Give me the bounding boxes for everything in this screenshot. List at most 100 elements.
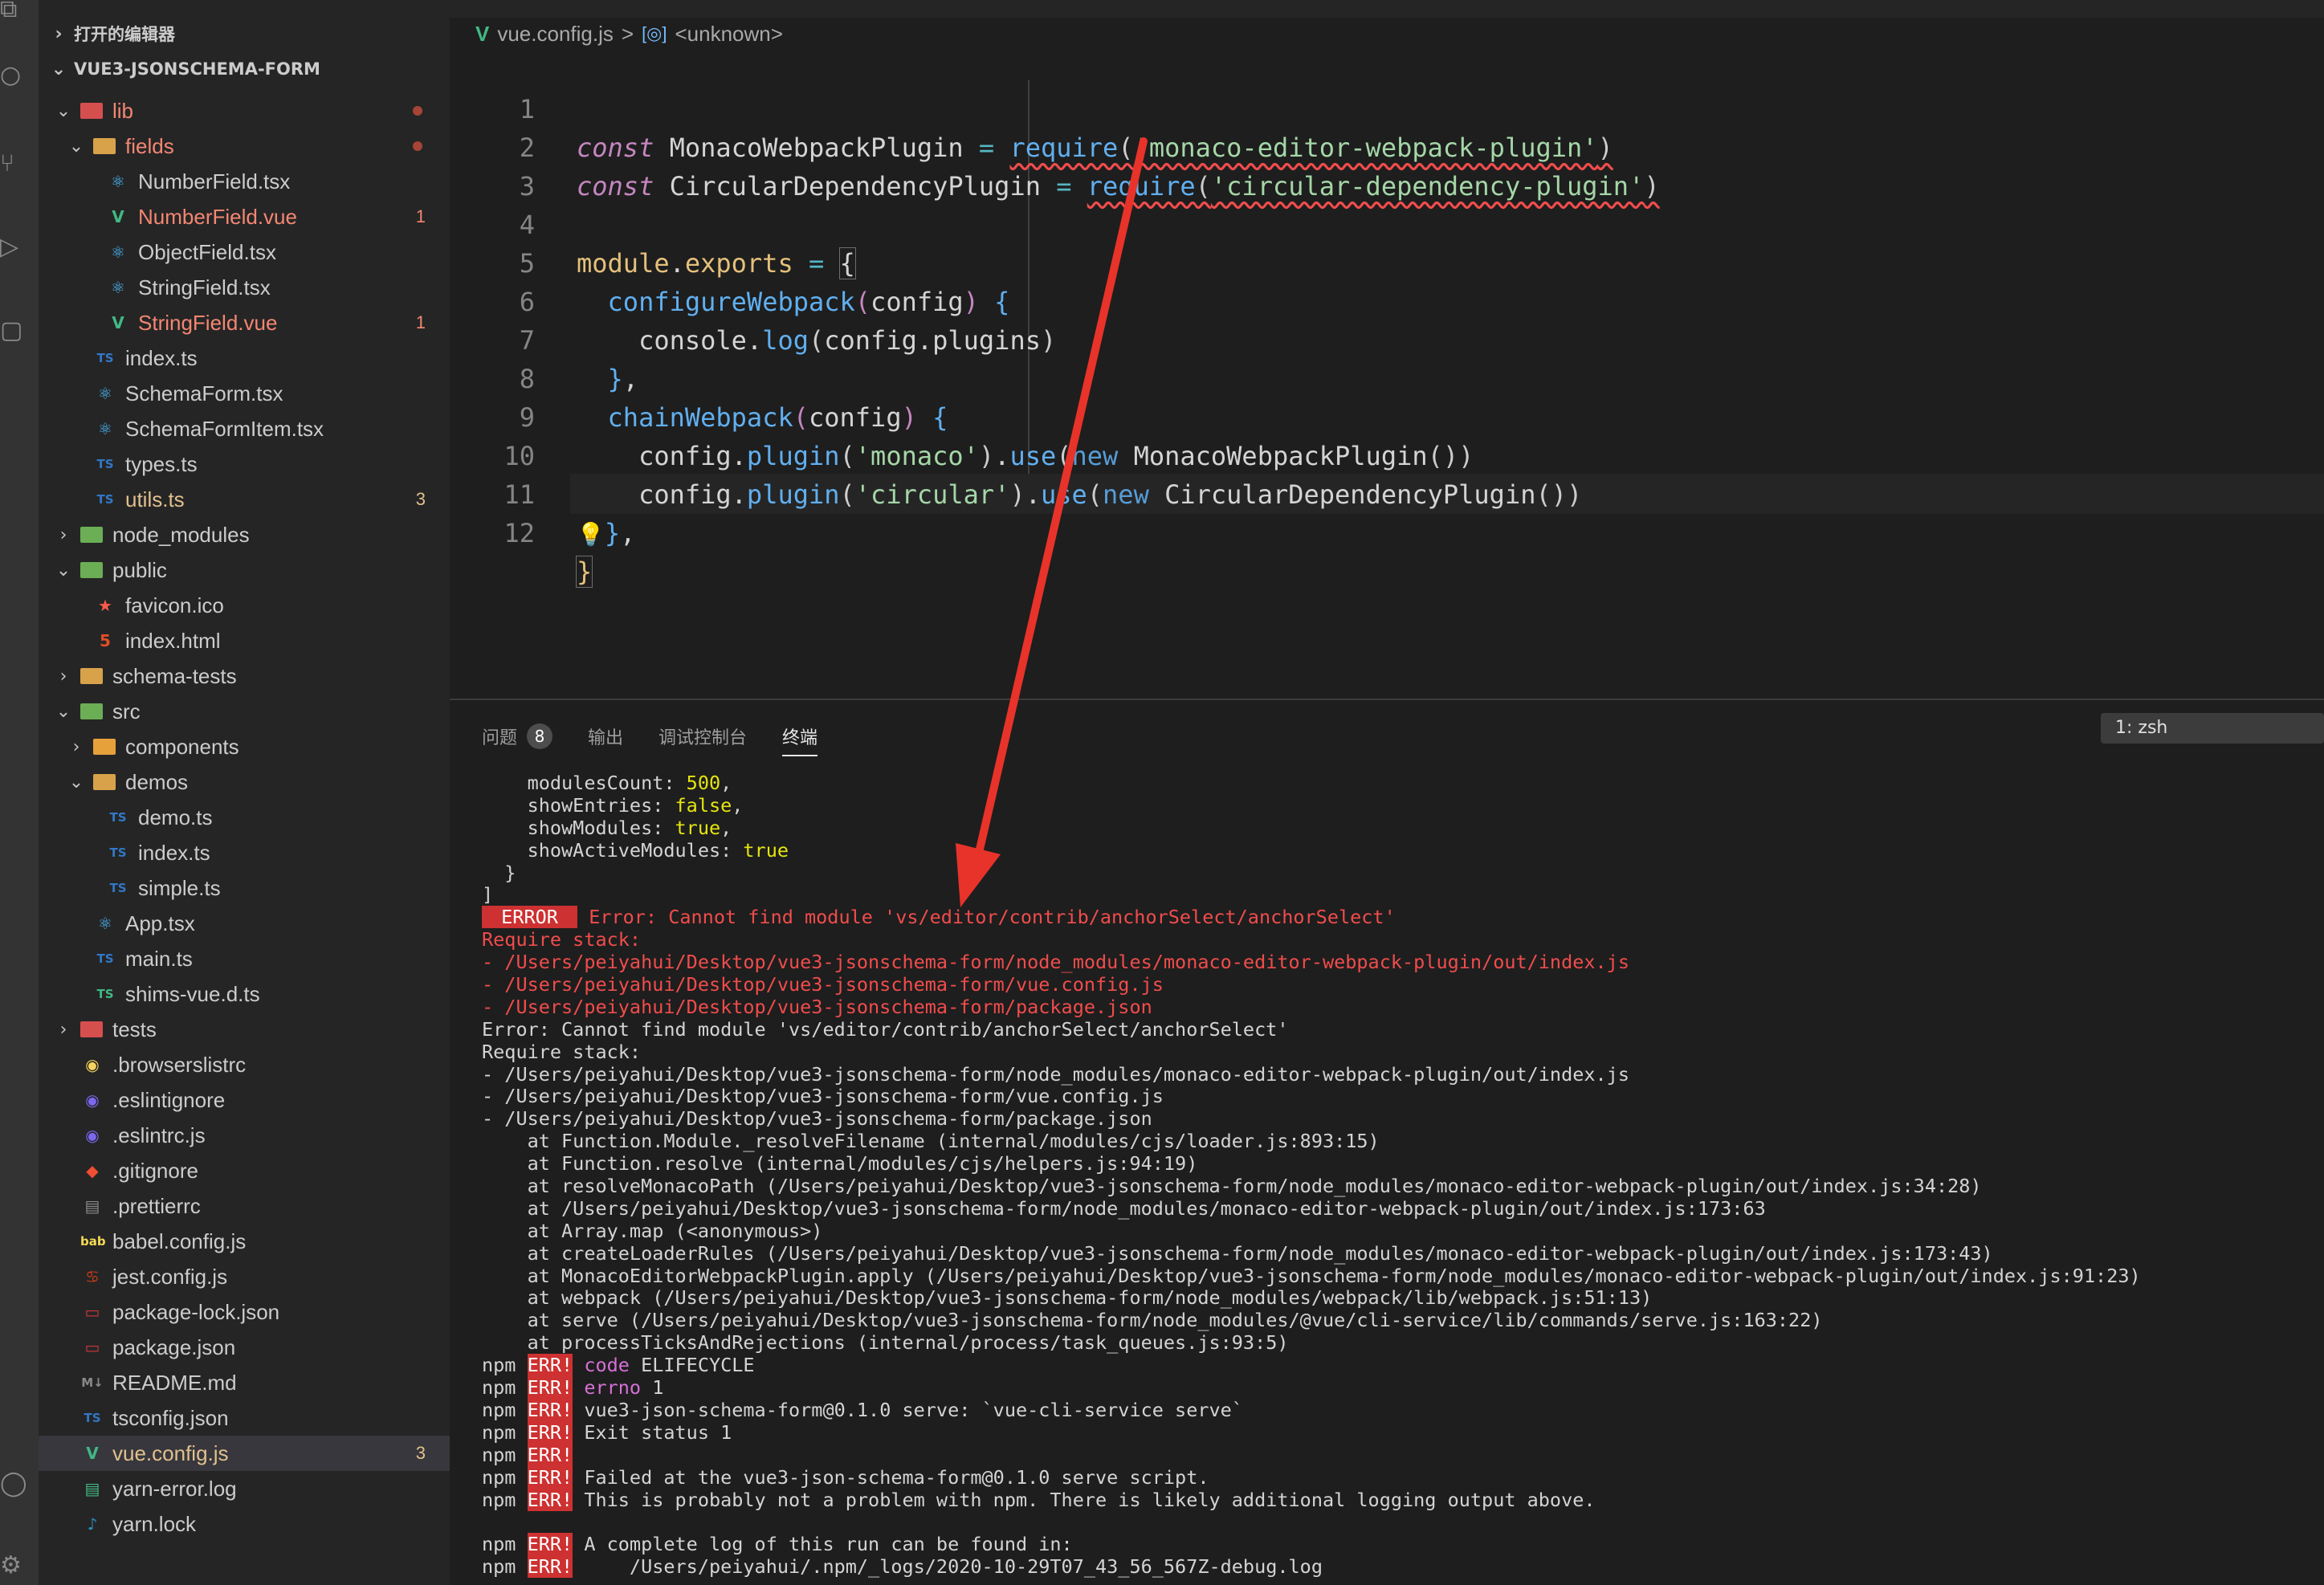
settings-gear-icon[interactable]: ⚙ [0, 1550, 22, 1582]
tree-item[interactable]: ◆ .gitignore [39, 1153, 450, 1188]
tree-item[interactable]: TS demo.ts [39, 800, 450, 835]
search-icon[interactable]: ○ [0, 59, 21, 92]
tree-item[interactable]: ⚛ ObjectField.tsx [39, 234, 450, 270]
chevron-right-icon: › [72, 736, 80, 757]
tree-item[interactable]: ⚛ SchemaFormItem.tsx [39, 411, 450, 446]
account-icon[interactable]: ◯ [0, 1468, 27, 1500]
code-line-8[interactable]: 8 chainWebpack(config) { [450, 321, 2324, 433]
tree-item[interactable]: ⌄ demos [39, 764, 450, 800]
tree-item[interactable]: TS shims-vue.d.ts [39, 976, 450, 1012]
tree-item[interactable]: TS index.ts [39, 340, 450, 376]
tree-item[interactable]: ◉ .eslintrc.js [39, 1118, 450, 1153]
tree-item[interactable]: ⚛ NumberField.tsx [39, 164, 450, 199]
tree-item[interactable]: TS index.ts [39, 835, 450, 870]
folder-icon [80, 527, 103, 543]
terminal-line: } [482, 861, 516, 884]
tree-item[interactable]: TS tsconfig.json [39, 1400, 450, 1436]
code-line-7[interactable]: 7 }, [450, 283, 2324, 394]
tree-item[interactable]: ⌄ public [39, 552, 450, 588]
tree-item-label: public [112, 557, 167, 582]
terminal-line: Require stack: [482, 928, 642, 951]
explorer-icon[interactable]: ⧉ [0, 0, 21, 26]
tree-item[interactable]: 5 index.html [39, 623, 450, 658]
tree-item[interactable]: V StringField.vue 1 [39, 305, 450, 340]
tree-item-label: babel.config.js [112, 1228, 247, 1253]
tree-item-label: StringField.vue [138, 310, 278, 335]
tree-item-label: lib [112, 98, 134, 123]
tree-item-label: main.ts [125, 946, 193, 971]
ring-yellow-file-icon: ◉ [85, 1055, 100, 1074]
source-control-icon[interactable]: ⑂ [0, 148, 21, 180]
project-title: VUE3-JSONSCHEMA-FORM [74, 59, 320, 79]
code-line-4[interactable]: 4 module.exports = { [450, 167, 2324, 279]
tree-item[interactable]: ▤ .prettierrc [39, 1188, 450, 1224]
tree-item[interactable]: ⌄ fields [39, 128, 450, 164]
tree-item-label: package-lock.json [112, 1299, 280, 1324]
tree-item[interactable]: ◉ .eslintignore [39, 1082, 450, 1118]
code-line-12[interactable]: 12 } [450, 475, 2324, 588]
folder-icon [80, 668, 103, 684]
tree-item[interactable]: › node_modules [39, 517, 450, 552]
breadcrumb-symbol[interactable]: <unknown> [675, 22, 782, 47]
terminal-output[interactable]: modulesCount: 500, showEntries: false, s… [482, 772, 2313, 1579]
md-file-icon: M↓ [81, 1375, 104, 1390]
tree-item[interactable]: ♪ yarn.lock [39, 1506, 450, 1542]
prettier-file-icon: ▤ [84, 1196, 100, 1216]
tree-item[interactable]: bab babel.config.js [39, 1224, 450, 1259]
problem-count-badge: 1 [415, 312, 426, 332]
babel-file-icon: bab [80, 1234, 106, 1249]
code-line-10[interactable]: 10 config.plugin('circular').use(new Cir… [450, 398, 2324, 510]
chevron-right-icon: › [59, 524, 67, 545]
tree-item[interactable]: V NumberField.vue 1 [39, 199, 450, 234]
tree-item-label: SchemaFormItem.tsx [125, 416, 324, 441]
terminal-select[interactable]: 1: zsh [2101, 713, 2324, 744]
ring-purple-file-icon: ◉ [85, 1126, 100, 1145]
terminal-line: showModules: true, [482, 816, 732, 839]
tree-item[interactable]: › schema-tests [39, 658, 450, 694]
tree-item[interactable]: M↓ README.md [39, 1365, 450, 1400]
tab-problems[interactable]: 问题 8 [482, 716, 553, 756]
terminal-line: Require stack: [482, 1040, 642, 1063]
tree-item[interactable]: ⌄ lib [39, 93, 450, 128]
react-file-icon: ⚛ [98, 419, 112, 438]
tree-item[interactable]: › components [39, 729, 450, 764]
open-editors-section[interactable]: › 打开的编辑器 [39, 16, 450, 51]
code-line-6[interactable]: 6 console.log(config.plugins) [450, 244, 2324, 356]
tree-item[interactable]: TS types.ts [39, 446, 450, 482]
code-line-5[interactable]: 5 configureWebpack(config) { [450, 206, 2324, 317]
tree-item[interactable]: ◉ .browserslistrc [39, 1047, 450, 1082]
tab-output[interactable]: 输出 [588, 716, 623, 756]
jest-file-icon: ♋ [85, 1267, 100, 1286]
tree-item[interactable]: ▭ package.json [39, 1330, 450, 1365]
tree-item[interactable]: TS main.ts [39, 941, 450, 976]
tree-item[interactable]: ⌄ src [39, 694, 450, 729]
terminal-line: at MonacoEditorWebpackPlugin.apply (/Use… [482, 1264, 2141, 1287]
code-line-11[interactable]: 11 💡}, [450, 437, 2324, 548]
ts-file-icon: TS [109, 810, 127, 825]
code-line-2[interactable]: 2 const CircularDependencyPlugin = requi… [450, 90, 2324, 202]
code-line-9[interactable]: 9 config.plugin('monaco').use(new Monaco… [450, 360, 2324, 471]
tree-item[interactable]: ▭ package-lock.json [39, 1294, 450, 1330]
tree-item[interactable]: › tests [39, 1012, 450, 1047]
tab-terminal[interactable]: 终端 [782, 716, 818, 756]
project-section[interactable]: ⌄ VUE3-JSONSCHEMA-FORM [39, 51, 450, 87]
tree-item[interactable]: TS simple.ts [39, 870, 450, 906]
extensions-icon[interactable]: ▢ [0, 315, 22, 347]
chevron-down-icon: ⌄ [68, 772, 84, 792]
tree-item-label: fields [125, 133, 174, 158]
lightbulb-icon[interactable]: 💡 [577, 521, 605, 548]
tree-item[interactable]: ▤ yarn-error.log [39, 1471, 450, 1506]
run-debug-icon[interactable]: ▷ [0, 231, 21, 263]
tab-debug-console[interactable]: 调试控制台 [658, 716, 747, 756]
code-line-1[interactable]: 1 const MonacoWebpackPlugin = require('m… [450, 51, 2324, 163]
tree-item[interactable]: ⚛ StringField.tsx [39, 270, 450, 305]
tree-item[interactable]: ★ favicon.ico [39, 588, 450, 623]
code-editor[interactable]: V vue.config.js > [◎] <unknown> 1 const … [450, 0, 2324, 699]
tree-item[interactable]: ⚛ App.tsx [39, 906, 450, 941]
code-line-3[interactable]: 3 [450, 128, 2324, 202]
breadcrumb-file[interactable]: vue.config.js [497, 22, 614, 47]
tree-item[interactable]: ⚛ SchemaForm.tsx [39, 376, 450, 411]
tree-item[interactable]: Vvue.config.js 3 [39, 1436, 450, 1471]
tree-item[interactable]: TS utils.ts 3 [39, 482, 450, 517]
tree-item[interactable]: ♋ jest.config.js [39, 1259, 450, 1294]
